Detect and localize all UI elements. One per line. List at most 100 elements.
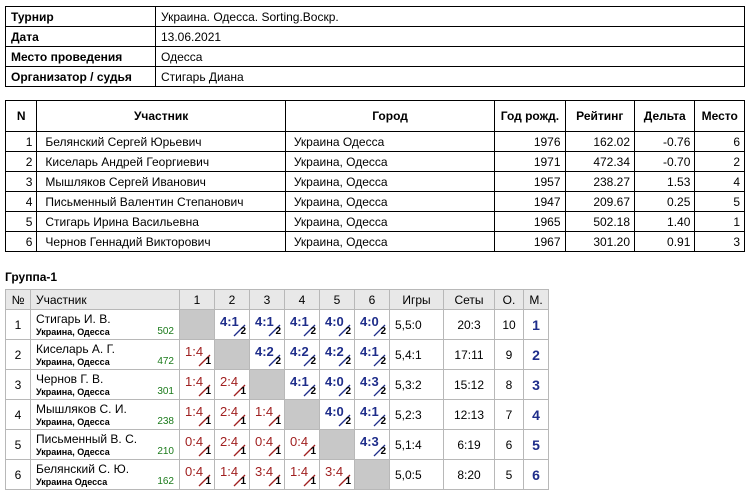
games-summary: 5,5:0 [389,309,444,340]
participants-header: Год рожд. [494,100,566,132]
place: 4 [523,399,549,430]
info-label: Турнир [5,6,156,27]
match-cell[interactable]: 4:1 2 [354,399,390,430]
participants-header: Дельта [634,100,696,132]
match-cell[interactable]: 1:4 1 [214,459,250,490]
group-results-table: № Участник 1 2 3 4 5 6 Игры Сеты О. М. 1 Стигарь И. … [5,289,549,490]
games-summary: 5,3:2 [389,369,444,400]
table-cell: 3 [694,231,745,252]
info-row: Организатор / судья Стигарь Диана [5,66,745,87]
match-cell[interactable]: 0:4 1 [249,429,285,460]
player-name[interactable]: Чернов Г. В. [36,372,103,386]
info-label: Организатор / судья [5,66,156,87]
row-number: 4 [5,399,31,430]
table-row: 2 Киселарь Андрей Георгиевич Украина, Одес… [4,151,745,172]
info-row: Дата 13.06.2021 [5,26,745,47]
participants-header: Место [694,100,745,132]
place: 3 [523,369,549,400]
table-cell: 3 [4,171,38,192]
match-cell[interactable]: 2:4 1 [214,369,250,400]
match-cell[interactable]: 4:0 2 [319,399,355,430]
match-cell[interactable]: 4:0 2 [319,369,355,400]
match-cell[interactable]: 0:4 1 [179,459,215,490]
match-cell[interactable]: 2:4 1 [214,429,250,460]
table-cell: 2 [694,151,745,172]
player-rating: 238 [157,416,174,427]
group-header: 2 [214,289,250,310]
table-cell: 5 [4,211,38,232]
match-cell[interactable]: 4:2 2 [249,339,285,370]
player-city: Украина, Одесса [36,387,110,397]
self-cell [249,369,285,400]
info-value: Одесса [155,46,745,67]
row-number: 1 [5,309,31,340]
table-cell: -0.76 [634,131,696,152]
match-cell[interactable]: 4:0 2 [354,309,390,340]
player-city: Украина, Одесса [36,357,110,367]
match-cell[interactable]: 2:4 1 [214,399,250,430]
table-row: 3 Мышляков Сергей Иванович Украина, Одесса… [4,171,745,192]
group-header: № [5,289,31,310]
group-row: 2 Киселарь А. Г. Украина, Одесса 472 1:4 1 4:2… [5,339,549,370]
match-points: 1 [310,476,316,487]
player-cell: Чернов Г. В. Украина, Одесса 301 [30,369,180,400]
table-cell: 1967 [494,231,566,252]
match-cell[interactable]: 4:2 2 [319,339,355,370]
match-cell[interactable]: 1:4 1 [249,399,285,430]
match-cell[interactable]: 3:4 1 [319,459,355,490]
match-cell[interactable]: 4:3 2 [354,369,390,400]
table-cell: Украина Одесса [284,131,496,152]
info-value: Украина. Одесса. Sorting.Воскр. [155,6,745,27]
match-cell[interactable]: 4:1 2 [284,369,320,400]
group-header: 6 [354,289,390,310]
table-cell: Украина, Одесса [284,191,496,212]
match-cell[interactable]: 1:4 1 [179,369,215,400]
match-points: 2 [345,416,351,427]
match-cell[interactable]: 4:0 2 [319,309,355,340]
group-title: Группа-1 [5,270,58,284]
match-cell[interactable]: 0:4 1 [179,429,215,460]
match-points: 2 [345,386,351,397]
match-cell[interactable]: 4:3 2 [354,429,390,460]
match-cell[interactable]: 3:4 1 [249,459,285,490]
table-cell: Белянский Сергей Юрьевич [36,131,286,152]
participants-header: Город [284,100,496,132]
row-number: 5 [5,429,31,460]
match-points: 1 [240,476,246,487]
player-name[interactable]: Киселарь А. Г. [36,342,115,356]
player-name[interactable]: Письменный В. С. [36,432,137,446]
player-name[interactable]: Стигарь И. В. [36,312,111,326]
table-cell: 5 [694,191,745,212]
match-cell[interactable]: 1:4 1 [179,399,215,430]
match-cell[interactable]: 4:1 2 [249,309,285,340]
player-name[interactable]: Мышляков С. И. [36,402,127,416]
match-cell[interactable]: 1:4 1 [179,339,215,370]
table-cell: Мышляков Сергей Иванович [36,171,286,192]
table-cell: 1976 [494,131,566,152]
sets-summary: 15:12 [443,369,495,400]
match-cell[interactable]: 0:4 1 [284,429,320,460]
place: 5 [523,429,549,460]
match-cell[interactable]: 1:4 1 [284,459,320,490]
player-rating: 502 [157,326,174,337]
table-row: 6 Чернов Геннадий Викторович Украина, Одес… [4,231,745,252]
place: 2 [523,339,549,370]
group-row: 4 Мышляков С. И. Украина, Одесса 238 1:4 1 2:4… [5,399,549,430]
player-name[interactable]: Белянский С. Ю. [36,462,129,476]
group-header: Сеты [443,289,495,310]
match-cell[interactable]: 4:1 2 [214,309,250,340]
points: 10 [494,309,524,340]
match-points: 2 [310,326,316,337]
table-cell: 1.40 [634,211,696,232]
player-cell: Киселарь А. Г. Украина, Одесса 472 [30,339,180,370]
table-cell: 2 [4,151,38,172]
games-summary: 5,2:3 [389,399,444,430]
group-header: 1 [179,289,215,310]
player-rating: 162 [157,476,174,487]
match-points: 2 [240,326,246,337]
group-row: 1 Стигарь И. В. Украина, Одесса 502 4:1 2 4:1 2… [5,309,549,340]
match-cell[interactable]: 4:1 2 [284,309,320,340]
match-cell[interactable]: 4:1 2 [354,339,390,370]
match-cell[interactable]: 4:2 2 [284,339,320,370]
match-points: 1 [240,416,246,427]
